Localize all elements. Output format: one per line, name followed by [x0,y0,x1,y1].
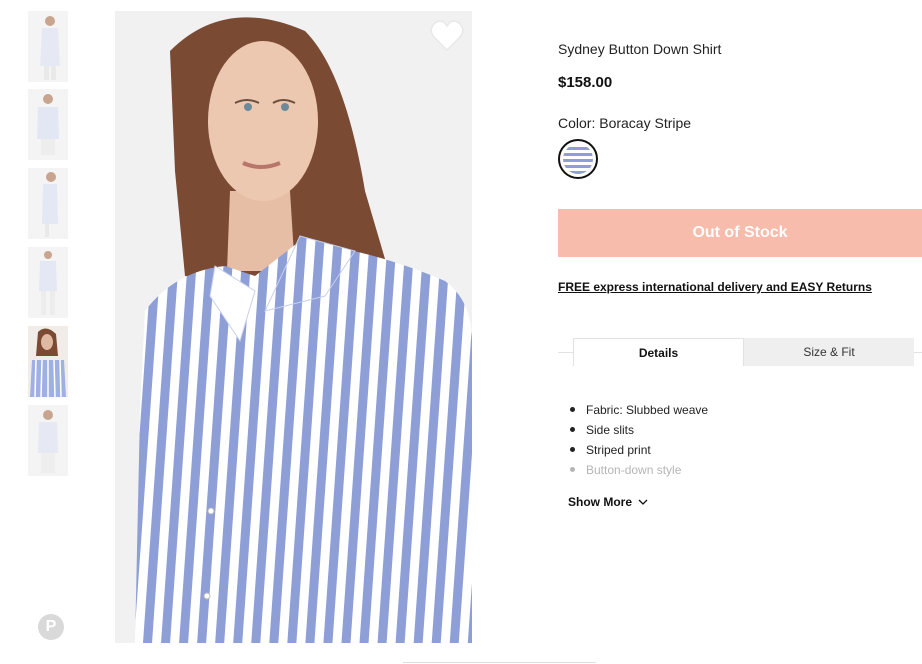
show-more-button[interactable]: Show More [568,495,648,509]
feature-item: Side slits [569,422,708,442]
color-swatch-boracay-stripe[interactable] [558,139,598,179]
thumbnail-4[interactable] [28,247,68,318]
chevron-down-icon [638,499,648,505]
delivery-returns-link[interactable]: FREE express international delivery and … [558,280,872,294]
thumbnail-2[interactable] [28,89,68,160]
heart-icon[interactable] [429,19,465,53]
product-price: $158.00 [558,74,613,91]
feature-item: Striped print [569,442,708,462]
thumbnail-6[interactable] [28,405,68,476]
feature-item: Button-down style [569,462,708,482]
product-title: Sydney Button Down Shirt [558,41,722,57]
pinterest-icon[interactable]: P [38,614,64,640]
details-feature-list: Fabric: Slubbed weave Side slits Striped… [569,402,708,482]
tab-details[interactable]: Details [573,338,744,366]
out-of-stock-button[interactable]: Out of Stock [558,209,922,257]
thumbnail-5-active[interactable] [28,326,68,397]
show-more-label: Show More [568,495,633,509]
feature-item: Fabric: Slubbed weave [569,402,708,422]
thumbnail-3[interactable] [28,168,68,239]
tab-size-fit[interactable]: Size & Fit [744,338,914,366]
color-label: Color: Boracay Stripe [558,115,692,131]
thumbnail-1[interactable] [28,11,68,82]
bottom-divider [403,662,596,663]
swatch-stripe-pattern [563,144,593,174]
main-product-image [115,11,472,643]
